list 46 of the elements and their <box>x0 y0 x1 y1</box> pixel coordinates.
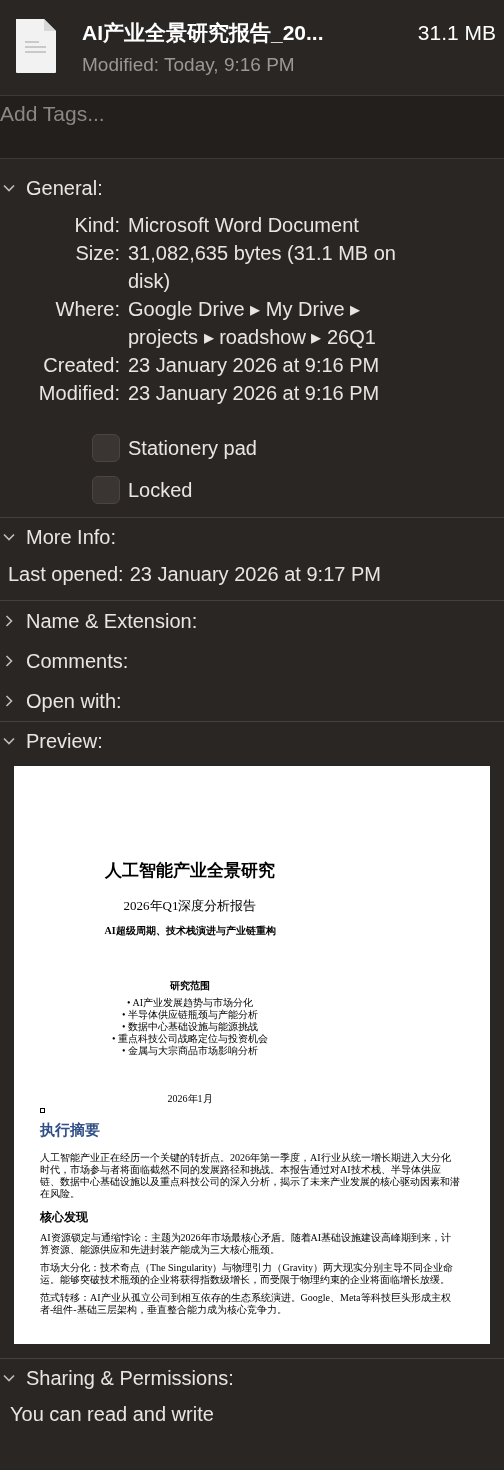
info-label: Where: <box>54 297 120 322</box>
document-subtitle: 2026年Q1深度分析报告 <box>123 896 257 915</box>
scope-item: • 数据中心基础设施与能源挑战 <box>122 1021 258 1033</box>
file-name: AI产业全景研究报告_20... <box>82 20 324 46</box>
info-label: Size: <box>74 241 120 266</box>
scope-item: • 金属与大宗商品市场影响分析 <box>122 1045 258 1057</box>
section-title[interactable]: Preview: <box>26 726 103 756</box>
scope-item: • 半导体供应链瓶颈与产能分析 <box>122 1009 258 1021</box>
square-icon <box>40 1108 45 1113</box>
section-title[interactable]: General: <box>26 173 103 203</box>
finding-paragraph: 范式转移：AI产业从孤立公司到相互依存的生态系统演进。Google、Meta等科技巨头形成主权者-组件-基础三层架构，垂直整合能力成为核心竞争力。 <box>40 1291 452 1316</box>
checkbox[interactable] <box>92 476 120 504</box>
section-heading: 核心发现 <box>40 1208 89 1226</box>
tags-field[interactable]: Add Tags... <box>0 95 504 159</box>
info-label: Modified: <box>37 381 120 406</box>
info-value: 23 January 2026 at 9:17 PM <box>129 562 381 587</box>
info-label: Last opened: <box>8 562 124 587</box>
document-tagline: AI超级周期、技术栈演进与产业链重构 <box>104 924 276 938</box>
checkbox-label: Stationery pad <box>128 436 257 461</box>
scope-heading: 研究范围 <box>170 979 210 993</box>
scope-item: • AI产业发展趋势与市场分化 <box>127 997 253 1009</box>
finding-paragraph: 市场大分化：技术奇点（The Singularity）与物理引力（Gravity）两大现实分别主导不同企业命运。能够突破技术瓶颈的企业将获得指数级增长，而受限于物理约束的企业将面临增长放缓。 <box>40 1261 455 1286</box>
modified-text: Modified: Today, 9:16 PM <box>82 52 296 77</box>
checkbox-label: Locked <box>128 478 193 503</box>
info-value: Google Drive ▸ My Drive ▸ projects ▸ roadshow ▸ 26Q1 <box>128 297 377 350</box>
finding-paragraph: AI资源锁定与通缩悖论：主题为2026年市场最核心矛盾。随着AI基础设施建设高峰期到来，计算资源、能源供应和先进封装产能成为三大核心瓶颈。 <box>40 1231 453 1256</box>
info-value: Microsoft Word Document <box>128 213 360 238</box>
info-label: Created: <box>42 353 120 378</box>
section-heading: 执行摘要 <box>40 1121 101 1140</box>
file-size: 31.1 MB <box>417 20 496 46</box>
checkbox[interactable] <box>92 434 120 462</box>
info-value: 31,082,635 bytes (31.1 MB on disk) <box>128 241 397 294</box>
summary-paragraph: 人工智能产业正在经历一个关键的转折点。2026年第一季度，AI行业从统一增长期进入大分化时代，市场参与者将面临截然不同的发展路径和挑战。本报告通过对AI技术栈、半导体供应链、数据中心基础设施以及重点科技公司的深入分析，揭示了未来产业发展的核心驱动因素和潜在风险。 <box>40 1151 460 1200</box>
document-icon <box>14 18 58 74</box>
section-title[interactable]: Name & Extension: <box>26 606 198 636</box>
scope-item: • 重点科技公司战略定位与投资机会 <box>112 1033 268 1045</box>
document-title: 人工智能产业全景研究 <box>105 860 275 882</box>
section-title[interactable]: More Info: <box>26 522 117 552</box>
section-title[interactable]: Sharing & Permissions: <box>26 1363 234 1393</box>
info-label: Kind: <box>73 213 120 238</box>
document-date: 2026年1月 <box>167 1092 213 1106</box>
info-value: 23 January 2026 at 9:16 PM <box>128 353 381 378</box>
permission-text: You can read and write <box>10 1403 214 1425</box>
section-title[interactable]: Comments: <box>26 646 129 676</box>
info-value: 23 January 2026 at 9:16 PM <box>128 381 381 406</box>
section-title[interactable]: Open with: <box>26 686 122 716</box>
